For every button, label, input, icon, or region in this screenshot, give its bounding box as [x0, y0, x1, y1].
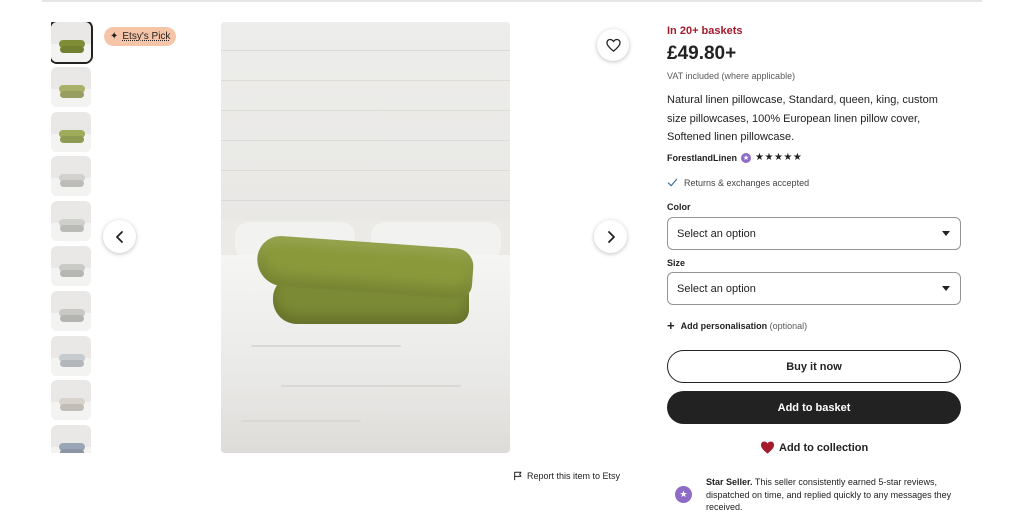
shop-name-link[interactable]: ForestlandLinen	[667, 153, 737, 163]
previous-image-button[interactable]	[103, 220, 136, 253]
buy-it-now-button[interactable]: Buy it now	[667, 350, 961, 383]
thumbnail-7[interactable]	[51, 290, 91, 331]
returns-policy: Returns & exchanges accepted	[667, 177, 809, 188]
plus-icon: +	[667, 318, 675, 333]
add-to-collection-label: Add to collection	[779, 441, 869, 454]
thumbnail-3[interactable]	[51, 111, 91, 152]
thumbnail-5[interactable]	[51, 201, 91, 242]
size-select[interactable]: Select an option	[667, 272, 961, 305]
color-select-value: Select an option	[677, 227, 756, 240]
star-seller-small-icon: ★	[741, 152, 752, 163]
etsys-pick-label: Etsy's Pick	[122, 31, 171, 42]
report-item-link[interactable]: Report this item to Etsy	[513, 471, 620, 481]
rating-stars[interactable]: ★★★★★	[755, 152, 802, 163]
star-seller-text: Star Seller. This seller consistently ea…	[706, 476, 965, 514]
star-seller-icon: ★	[675, 486, 692, 503]
thumbnail-4[interactable]	[51, 156, 91, 197]
star-seller-title: Star Seller.	[706, 477, 753, 487]
add-personalisation-button[interactable]: + Add personalisation (optional)	[667, 319, 807, 332]
checkmark-icon	[667, 178, 678, 187]
caret-down-icon	[942, 286, 950, 291]
chevron-right-icon	[607, 230, 615, 243]
basket-count: In 20+ baskets	[667, 25, 743, 37]
thumbnail-8[interactable]	[51, 335, 91, 376]
add-to-basket-button[interactable]: Add to basket	[667, 391, 961, 424]
next-image-button[interactable]	[594, 220, 627, 253]
size-label: Size	[667, 258, 686, 268]
thumbnail-1[interactable]	[51, 22, 93, 64]
thumbnail-2[interactable]	[51, 66, 91, 107]
favorite-button[interactable]	[597, 29, 629, 61]
price: £49.80+	[667, 43, 737, 64]
caret-down-icon	[942, 231, 950, 236]
chevron-left-icon	[115, 230, 123, 243]
personalisation-label: Add personalisation	[680, 320, 768, 331]
thumbnail-strip[interactable]	[51, 22, 93, 453]
shop-info: ForestlandLinen ★ ★★★★★	[667, 152, 802, 163]
flag-icon	[514, 471, 522, 481]
main-product-image[interactable]	[221, 22, 510, 453]
product-title: Natural linen pillowcase, Standard, quee…	[667, 94, 938, 143]
returns-label: Returns & exchanges accepted	[684, 177, 810, 188]
add-to-collection-button[interactable]: Add to collection	[760, 440, 868, 455]
heart-filled-icon	[760, 441, 775, 454]
sparkle-icon: ✦	[110, 30, 119, 42]
report-item-label: Report this item to Etsy	[527, 471, 621, 481]
star-seller-note: ★ Star Seller. This seller consistently …	[675, 476, 965, 514]
size-select-value: Select an option	[677, 282, 756, 295]
etsys-pick-badge[interactable]: ✦ Etsy's Pick	[104, 27, 177, 46]
thumbnail-10[interactable]	[51, 425, 91, 453]
heart-outline-icon	[605, 38, 621, 52]
vat-note: VAT included (where applicable)	[667, 71, 796, 81]
top-divider	[42, 0, 982, 2]
color-label: Color	[667, 202, 691, 212]
thumbnail-9[interactable]	[51, 380, 91, 421]
color-select[interactable]: Select an option	[667, 217, 961, 250]
personalisation-optional-note: (optional)	[769, 320, 808, 331]
thumbnail-6[interactable]	[51, 245, 91, 286]
